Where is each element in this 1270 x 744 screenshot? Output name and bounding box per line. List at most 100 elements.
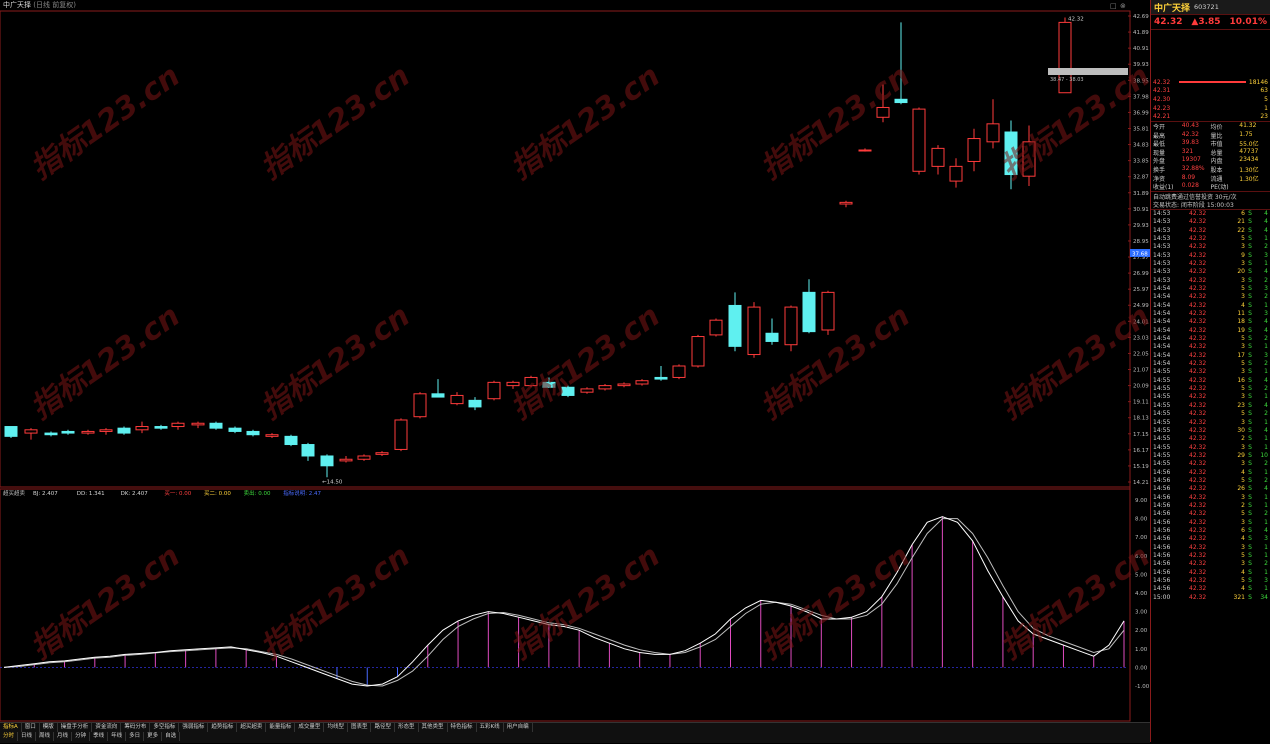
- candle-body: [617, 383, 631, 387]
- tick-cell: S: [1248, 360, 1252, 368]
- tick-cell: 4: [1264, 226, 1268, 234]
- tick-cell: 3: [1264, 310, 1268, 318]
- toolbar-tab[interactable]: 能量指标: [266, 723, 296, 732]
- tick-cell: 3: [1264, 351, 1268, 359]
- tick-row: 14:54 42.32 5 S 3: [1151, 285, 1270, 293]
- toolbar-tab[interactable]: 季线: [90, 732, 109, 741]
- toolbar-tab[interactable]: 五彩K线: [477, 723, 504, 732]
- toolbar-tab[interactable]: 多日: [126, 732, 145, 741]
- indicator-legend-item: 买一: 0.00: [164, 489, 191, 497]
- tick-cell: 14:56: [1153, 560, 1171, 568]
- tick-cell: S: [1248, 310, 1252, 318]
- stat-label: 净资: [1153, 175, 1166, 183]
- price-axis-label: 30.91: [1133, 207, 1149, 213]
- toolbar-tab[interactable]: 成交量型: [295, 723, 325, 732]
- tick-cell: 3: [1241, 393, 1245, 401]
- tick-cell: 14:55: [1153, 376, 1171, 384]
- candle-body: [81, 430, 95, 434]
- watermark-text: 指标123.cn: [505, 59, 667, 187]
- quote-price-row: 42.32 ▲3.85 10.01%: [1151, 15, 1270, 30]
- toolbar-tab[interactable]: 资金流向: [92, 723, 122, 732]
- tick-row: 14:55 42.32 30 S 4: [1151, 427, 1270, 435]
- tick-row: 14:53 42.32 22 S 4: [1151, 227, 1270, 235]
- tick-cell: 14:54: [1153, 293, 1171, 301]
- toolbar-tab[interactable]: 模版: [40, 723, 58, 732]
- toolbar-tab[interactable]: 趋势指标: [208, 723, 238, 732]
- candle-body: [246, 430, 260, 436]
- candle-body: [506, 381, 520, 387]
- chart-title-bar: 中广天择 (日线 前复权): [0, 0, 1153, 11]
- toolbar-tab[interactable]: 超买超卖: [237, 723, 267, 732]
- indicator-legend-item: DD: 1.341: [77, 491, 105, 497]
- tick-cell: 42.32: [1189, 293, 1207, 301]
- toolbar-tab[interactable]: 图表型: [348, 723, 372, 732]
- toolbar-tab[interactable]: 月线: [54, 732, 73, 741]
- toolbar-tab[interactable]: 路径型: [371, 723, 395, 732]
- tick-row: 14:53 42.32 20 S 4: [1151, 268, 1270, 276]
- candle-body: [839, 201, 853, 205]
- toolbar-tab[interactable]: 多空指标: [150, 723, 180, 732]
- tick-cell: 42.32: [1189, 376, 1207, 384]
- tick-cell: 4: [1264, 268, 1268, 276]
- toolbar-tab[interactable]: 指标A: [0, 723, 22, 732]
- tick-cell: 14:56: [1153, 510, 1171, 518]
- tick-row: 14:55 42.32 5 S 2: [1151, 385, 1270, 393]
- toolbar-tab[interactable]: 分时: [0, 732, 19, 741]
- tick-list[interactable]: 14:53 42.32 6 S 4 14:53 42.32 21 S 4 14:53 42.32 22 S…: [1151, 210, 1270, 602]
- order-book-row: 42.32 18146: [1151, 78, 1270, 87]
- tick-cell: 17: [1237, 351, 1245, 359]
- watermark-text: 指标123.cn: [25, 59, 187, 187]
- candle-body: [44, 432, 58, 436]
- tick-cell: 14:54: [1153, 351, 1171, 359]
- tick-cell: S: [1248, 268, 1252, 276]
- toolbar-tab[interactable]: 特色指标: [448, 723, 477, 732]
- tick-cell: 14:53: [1153, 251, 1171, 259]
- tick-cell: 4: [1241, 468, 1245, 476]
- tick-cell: 42.32: [1189, 335, 1207, 343]
- quote-header: 中广天择 603721: [1151, 0, 1270, 15]
- toolbar-tab[interactable]: 年线: [108, 732, 127, 741]
- tick-cell: 3: [1241, 443, 1245, 451]
- stat-value: 47737: [1239, 147, 1259, 155]
- tick-cell: 14:55: [1153, 418, 1171, 426]
- price-axis-label: 33.85: [1133, 159, 1149, 165]
- watermark-text: 指标123.cn: [995, 299, 1150, 427]
- toolbar-tab[interactable]: 分钟: [72, 732, 91, 741]
- toolbar-tab[interactable]: 窗口: [22, 723, 40, 732]
- tick-cell: S: [1248, 535, 1252, 543]
- tick-cell: 20: [1237, 268, 1245, 276]
- toolbar-tab[interactable]: 自选: [162, 732, 181, 741]
- tick-cell: 42.32: [1189, 560, 1207, 568]
- toolbar-tab[interactable]: 用户自编: [504, 723, 533, 732]
- price-axis-label: 21.07: [1133, 368, 1149, 374]
- order-price: 42.31: [1153, 87, 1171, 95]
- toolbar-tab[interactable]: 更多: [144, 732, 163, 741]
- tick-cell: 2: [1264, 385, 1268, 393]
- toolbar-tab[interactable]: 均线型: [324, 723, 348, 732]
- tick-cell: 42.32: [1189, 385, 1207, 393]
- price-axis-label: 17.15: [1133, 432, 1149, 438]
- toolbar-tab[interactable]: 操盘手分析: [58, 723, 93, 732]
- tick-cell: 3: [1264, 251, 1268, 259]
- candle-body: [802, 291, 816, 333]
- order-price: 42.23: [1153, 104, 1171, 112]
- tick-cell: 14:53: [1153, 218, 1171, 226]
- toolbar-tab[interactable]: 周线: [36, 732, 55, 741]
- candle-body: [450, 394, 464, 405]
- watermark-text: 指标123.cn: [755, 59, 917, 187]
- tick-row: 14:53 42.32 3 S 2: [1151, 243, 1270, 251]
- tick-cell: 14:56: [1153, 493, 1171, 501]
- chart-area[interactable]: 42.69 41.89 40.91 39.93 38.95 37.98 36.99 35.81…: [0, 0, 1156, 742]
- candle-body: [171, 422, 185, 428]
- toolbar-tab[interactable]: 其他类型: [419, 723, 448, 732]
- indicator-axis-label: 0.00: [1135, 665, 1148, 671]
- toolbar-tab[interactable]: 日线: [18, 732, 37, 741]
- tick-cell: S: [1248, 343, 1252, 351]
- toolbar-tab[interactable]: 强弱指标: [179, 723, 209, 732]
- toolbar-tab[interactable]: 筹码分布: [121, 723, 151, 732]
- tick-cell: S: [1248, 552, 1252, 559]
- toolbar-tab[interactable]: 形态型: [395, 723, 419, 732]
- kline-chart-svg[interactable]: 42.6941.8940.9139.9338.9537.9836.9935.81…: [0, 0, 1156, 742]
- tick-cell: S: [1248, 301, 1252, 309]
- tick-cell: 1: [1264, 301, 1268, 309]
